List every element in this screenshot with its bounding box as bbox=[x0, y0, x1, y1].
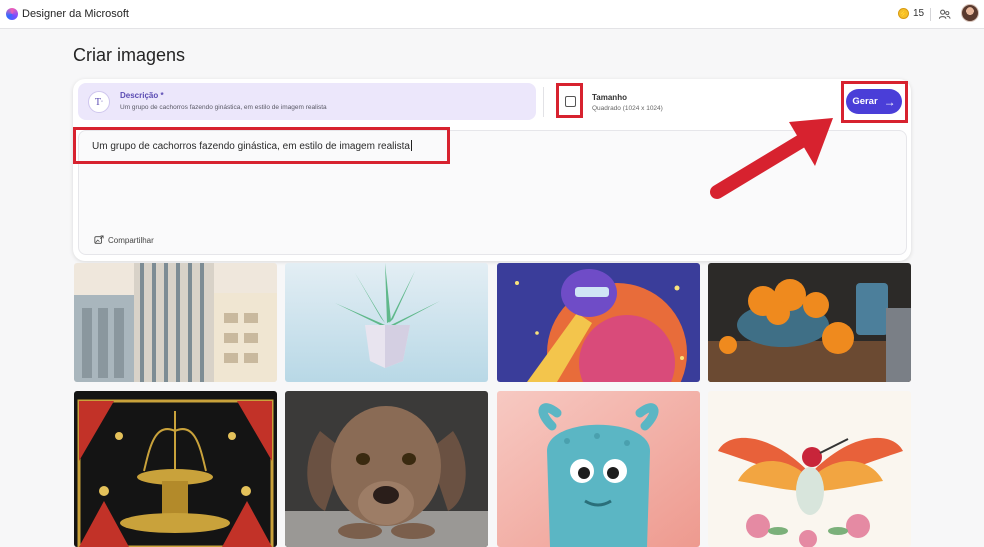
gallery-image-paper-plant-vase[interactable] bbox=[285, 263, 488, 382]
share-link[interactable]: Compartilhar bbox=[94, 235, 154, 245]
dog-image bbox=[285, 391, 488, 547]
topbar-divider bbox=[930, 8, 931, 21]
card-divider bbox=[543, 87, 544, 117]
gallery-image-art-deco-fountain[interactable] bbox=[74, 391, 277, 547]
monster-image bbox=[497, 391, 700, 547]
highlight-prompt-text bbox=[73, 127, 450, 164]
gallery-image-oranges-bowl[interactable] bbox=[708, 263, 911, 382]
app-title[interactable]: Designer da Microsoft bbox=[22, 8, 129, 20]
oranges-image bbox=[708, 263, 911, 382]
designer-logo-icon[interactable] bbox=[6, 8, 18, 20]
coin-icon: ⚡ bbox=[898, 8, 909, 19]
gallery-image-blue-monster-toy[interactable] bbox=[497, 391, 700, 547]
description-label: Descrição * bbox=[120, 91, 164, 100]
boost-coins[interactable]: ⚡ 15 bbox=[898, 8, 924, 19]
plant-image bbox=[285, 263, 488, 382]
fountain-image bbox=[74, 391, 277, 547]
highlight-generate-button bbox=[841, 81, 908, 123]
share-image-icon bbox=[94, 235, 104, 244]
gallery-image-astronaut-rocket[interactable] bbox=[497, 263, 700, 382]
size-label[interactable]: Tamanho bbox=[592, 93, 627, 102]
coin-count: 15 bbox=[913, 8, 925, 19]
description-preview: Um grupo de cachorros fazendo ginástica,… bbox=[120, 104, 327, 111]
gallery-image-weimaraner-dog[interactable] bbox=[285, 391, 488, 547]
top-bar: Designer da Microsoft ⚡ 15 bbox=[0, 0, 984, 29]
astronaut-image bbox=[497, 263, 700, 382]
gallery-image-watercolor-hummingbird[interactable] bbox=[708, 391, 911, 547]
annotation-arrow-icon bbox=[710, 118, 833, 199]
size-value[interactable]: Quadrado (1024 x 1024) bbox=[592, 105, 663, 112]
user-avatar[interactable] bbox=[961, 4, 979, 22]
building-image bbox=[74, 263, 277, 382]
share-label: Compartilhar bbox=[108, 235, 154, 245]
description-tab[interactable]: T ◦ Descrição * Um grupo de cachorros faz… bbox=[78, 83, 536, 120]
people-share-icon[interactable] bbox=[938, 8, 951, 21]
highlight-size-checkbox bbox=[556, 83, 583, 118]
page-title: Criar imagens bbox=[73, 45, 186, 65]
text-prompt-icon: T ◦ bbox=[88, 91, 110, 113]
hummingbird-image bbox=[708, 391, 911, 547]
gallery-image-art-deco-building[interactable] bbox=[74, 263, 277, 382]
